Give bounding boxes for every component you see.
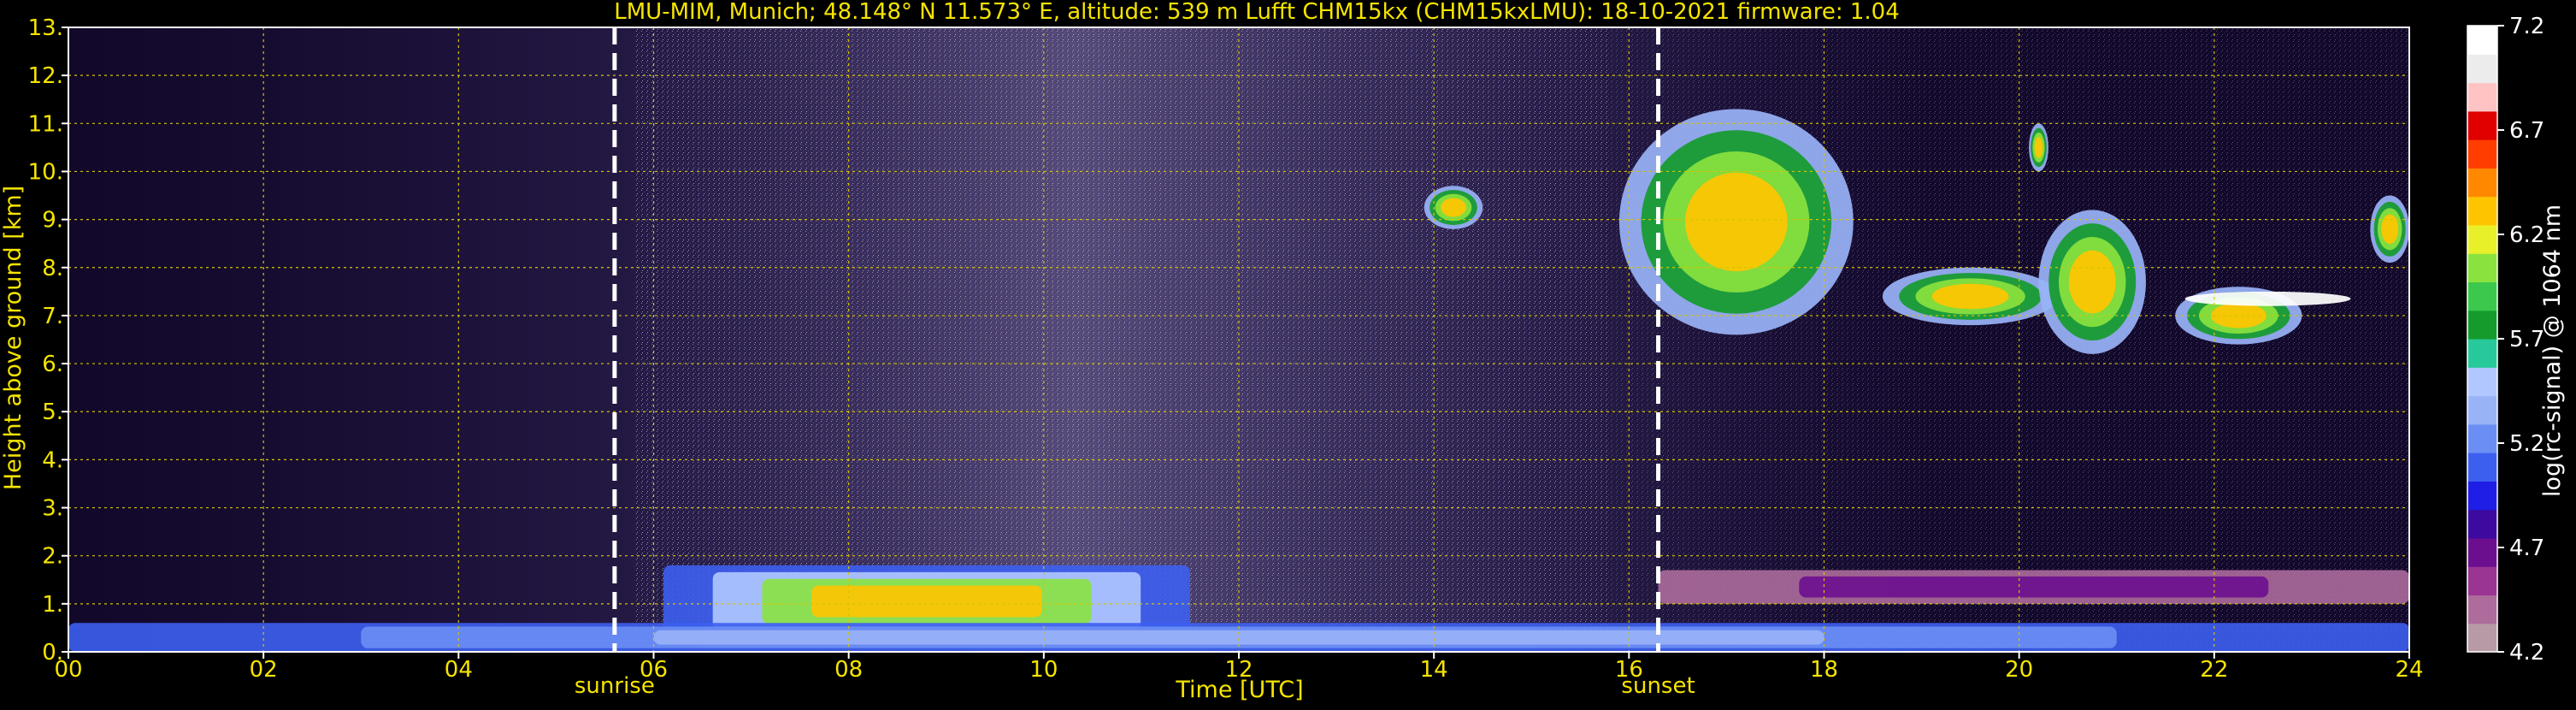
colorbar-segment xyxy=(2467,509,2497,539)
y-tick-label: 10. xyxy=(28,159,63,185)
y-axis-label: Height above ground [km] xyxy=(0,186,27,490)
colorbar-segment xyxy=(2467,310,2497,340)
y-tick-label: 1. xyxy=(42,592,63,618)
colorbar-segment xyxy=(2467,453,2497,482)
x-tick-label: 24 xyxy=(2395,657,2423,683)
colorbar: 4.24.75.25.76.26.77.2 xyxy=(2467,14,2544,666)
x-tick-label: 04 xyxy=(445,657,473,683)
colorbar-segment xyxy=(2467,367,2497,397)
colorbar-segment xyxy=(2467,566,2497,596)
y-tick-label: 7. xyxy=(42,304,63,329)
y-tick-label: 2. xyxy=(42,544,63,570)
y-tick-label: 13. xyxy=(28,15,63,41)
x-tick-label: 06 xyxy=(640,657,668,683)
layer-cirrus-6 xyxy=(2034,137,2043,158)
x-tick-label: 02 xyxy=(250,657,278,683)
y-tick-label: 11. xyxy=(28,111,63,137)
colorbar-tick-label: 4.2 xyxy=(2509,640,2544,666)
chart-title: LMU-MIM, Munich; 48.148° N 11.573° E, al… xyxy=(614,0,1899,25)
colorbar-segment xyxy=(2467,281,2497,311)
colorbar-segment xyxy=(2467,481,2497,511)
x-tick-label: 14 xyxy=(1420,657,1448,683)
y-tick-label: 9. xyxy=(42,208,63,234)
colorbar-segment xyxy=(2467,54,2497,84)
y-tick-label: 6. xyxy=(42,352,63,377)
x-tick-label: 20 xyxy=(2005,657,2033,683)
colorbar-segment xyxy=(2467,623,2497,653)
colorbar-segment xyxy=(2467,395,2497,425)
layer-boundary-layer-aerosol-0 xyxy=(811,585,1042,618)
noise-speckle xyxy=(634,27,1610,652)
x-axis-label: Time [UTC] xyxy=(1175,677,1303,703)
colorbar-segment xyxy=(2467,196,2497,226)
colorbar-segment xyxy=(2467,253,2497,283)
colorbar-tick-label: 7.2 xyxy=(2509,14,2544,39)
colorbar-label: log(rc-signal) @ 1064 nm xyxy=(2539,204,2566,497)
colorbar-segment xyxy=(2467,595,2497,624)
colorbar-segment xyxy=(2467,423,2497,453)
colorbar-tick-label: 4.7 xyxy=(2509,535,2544,561)
backscatter-chart: sunrise sunset 00 02 04 06 08 10 12 14 16 18 20 22 24… xyxy=(0,0,2566,703)
y-tick-label: 4. xyxy=(42,447,63,473)
colorbar-segment xyxy=(2467,110,2497,140)
layer-thin-cloud-8 xyxy=(2184,291,2351,306)
colorbar-segment xyxy=(2467,537,2497,567)
x-tick-label: 18 xyxy=(1810,657,1838,683)
layer-cirrus-9 xyxy=(1441,198,1466,217)
colorbar-tick-label: 6.7 xyxy=(2509,118,2544,144)
layer-cirrus-4 xyxy=(1931,283,2009,310)
x-tick-label: 08 xyxy=(834,657,863,683)
ceilometer-figure: sunrise sunset 00 02 04 06 08 10 12 14 16 18 20 22 24… xyxy=(0,0,2576,707)
y-tick-label: 5. xyxy=(42,399,63,425)
colorbar-segment xyxy=(2467,224,2497,254)
x-tick-label: 16 xyxy=(1615,657,1643,683)
layer-cirrus-3 xyxy=(1684,172,1788,272)
colorbar-segment xyxy=(2467,339,2497,368)
layer-residual-layer-2 xyxy=(1799,576,2269,598)
layer-cirrus-10 xyxy=(2381,214,2399,245)
y-tick-label: 3. xyxy=(42,496,63,522)
x-tick-label: 10 xyxy=(1029,657,1058,683)
colorbar-segment xyxy=(2467,168,2497,198)
layer-cirrus-5 xyxy=(2068,250,2116,314)
colorbar-segment xyxy=(2467,26,2497,55)
colorbar-segment xyxy=(2467,82,2497,112)
x-tick-label: 22 xyxy=(2200,657,2228,683)
colorbar-segment xyxy=(2467,139,2497,169)
y-tick-label: 0. xyxy=(42,640,63,666)
y-tick-label: 12. xyxy=(28,63,63,89)
y-tick-label: 8. xyxy=(42,256,63,281)
